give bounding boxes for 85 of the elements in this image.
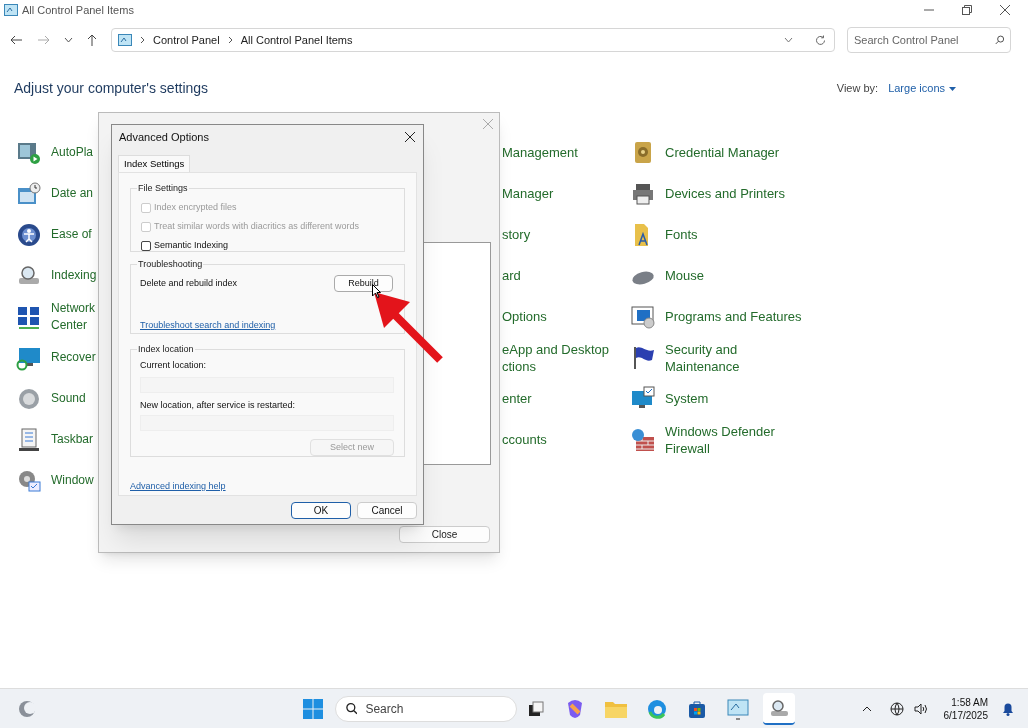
control-panel-item[interactable]: Window xyxy=(51,472,94,489)
field-label: New location, after service is restarted: xyxy=(140,398,297,412)
clock-date[interactable]: 6/17/2025 xyxy=(943,708,988,722)
control-panel-item[interactable]: Windows Defender Firewall xyxy=(665,422,815,457)
control-panel-item[interactable]: Ease of xyxy=(51,226,92,243)
page-heading: Adjust your computer's settings xyxy=(14,79,209,98)
group-title: Index location xyxy=(137,343,195,355)
rebuild-description: Delete and rebuild index xyxy=(140,276,238,290)
control-panel-item[interactable]: Recover xyxy=(51,349,96,366)
taskbar-search-input[interactable]: Search xyxy=(365,699,506,718)
programs-icon xyxy=(630,303,656,330)
control-panel-item[interactable]: Network Center xyxy=(51,299,97,334)
bell-icon[interactable] xyxy=(1002,701,1014,716)
control-panel-item[interactable]: enter xyxy=(502,390,532,407)
control-panel-item[interactable]: Manager xyxy=(502,185,554,202)
control-panel-icon xyxy=(4,4,18,16)
close-icon xyxy=(1000,5,1010,15)
control-panel-item[interactable]: AutoPla xyxy=(51,144,94,161)
control-panel-item[interactable]: Credential Manager xyxy=(665,144,780,161)
group-title: Troubleshooting xyxy=(137,258,204,270)
chevron-right-icon xyxy=(227,36,233,44)
tab[interactable]: Index Settings xyxy=(118,155,191,172)
chevron-down-icon[interactable] xyxy=(64,37,73,43)
checkbox[interactable]: Semantic Indexing xyxy=(141,236,404,255)
clock-time[interactable]: 1:58 AM xyxy=(951,695,988,709)
indexing-app-button[interactable] xyxy=(763,692,795,725)
chevron-right-icon xyxy=(140,36,145,44)
globe-icon[interactable] xyxy=(889,701,904,716)
start-icon[interactable] xyxy=(303,698,323,719)
close-button[interactable]: Close xyxy=(399,526,490,543)
dialog-title: Advanced Options xyxy=(119,129,209,145)
mouse-cursor-icon xyxy=(372,284,381,298)
dialog-button[interactable]: Cancel xyxy=(357,502,417,519)
troubleshoot-link[interactable]: Troubleshoot search and indexing xyxy=(140,320,276,330)
group-title: File Settings xyxy=(137,182,189,194)
back-arrow-icon[interactable] xyxy=(10,35,22,45)
search-icon xyxy=(346,702,358,715)
accessibility-icon xyxy=(16,221,42,248)
caret-icon xyxy=(949,86,956,91)
control-panel-item[interactable]: ard xyxy=(502,267,521,284)
taskbar-settings-icon xyxy=(16,426,42,453)
calendar-clock-icon xyxy=(16,180,42,207)
store-icon[interactable] xyxy=(687,698,707,719)
rebuild-button[interactable]: Rebuild xyxy=(334,275,393,292)
search-field[interactable]: Search Control Panel xyxy=(847,27,1011,53)
close-icon[interactable] xyxy=(405,132,415,142)
breadcrumb[interactable]: Control Panel xyxy=(153,31,220,49)
control-panel-icon xyxy=(118,34,132,46)
speaker-icon[interactable] xyxy=(913,701,928,716)
restore-icon xyxy=(962,5,972,15)
control-panel-item[interactable]: story xyxy=(502,226,531,243)
control-panel-item[interactable]: eApp and Desktop ctions xyxy=(502,340,622,375)
refresh-icon[interactable] xyxy=(815,34,826,46)
view-by-dropdown[interactable]: Large icons xyxy=(888,80,956,97)
control-panel-item[interactable]: Mouse xyxy=(665,267,705,284)
window-title: All Control Panel Items xyxy=(22,2,134,18)
control-panel-item[interactable]: Date an xyxy=(51,185,94,202)
control-panel-item[interactable]: Options xyxy=(502,308,547,325)
search-input[interactable]: Search Control Panel xyxy=(854,31,995,49)
control-panel-icon[interactable] xyxy=(727,697,749,720)
search-icon xyxy=(994,35,1004,45)
dialog-button[interactable]: OK xyxy=(291,502,351,519)
magnifier-icon xyxy=(769,697,789,718)
up-arrow-icon[interactable] xyxy=(87,34,97,46)
chevron-down-icon[interactable] xyxy=(784,37,793,43)
control-panel-item[interactable]: Fonts xyxy=(665,226,698,243)
control-panel-item[interactable]: Sound xyxy=(51,390,86,407)
control-panel-item[interactable]: Programs and Features xyxy=(665,308,802,325)
control-panel-item[interactable]: System xyxy=(665,390,709,407)
task-view-icon[interactable] xyxy=(527,699,545,718)
minimize-icon xyxy=(924,9,934,11)
taskbar-search-field[interactable]: Search xyxy=(335,695,517,722)
view-by-label: View by: xyxy=(836,81,879,97)
chevron-up-icon[interactable] xyxy=(861,705,872,712)
breadcrumb[interactable]: All Control Panel Items xyxy=(240,31,353,49)
control-panel-item[interactable]: Devices and Printers xyxy=(665,185,785,202)
control-panel-item[interactable]: Security and Maintenance xyxy=(665,340,815,375)
control-panel-item[interactable]: Management xyxy=(502,144,578,161)
control-panel-item[interactable]: Indexing xyxy=(51,267,97,284)
address-bar[interactable]: Control Panel All Control Panel Items xyxy=(111,28,835,52)
control-panel-item[interactable]: Taskbar xyxy=(51,431,94,448)
control-panel-item[interactable]: ccounts xyxy=(502,431,547,448)
help-link[interactable]: Advanced indexing help xyxy=(130,481,226,491)
field-label: Current location: xyxy=(140,359,208,372)
brick-wall-globe-icon xyxy=(630,426,656,453)
